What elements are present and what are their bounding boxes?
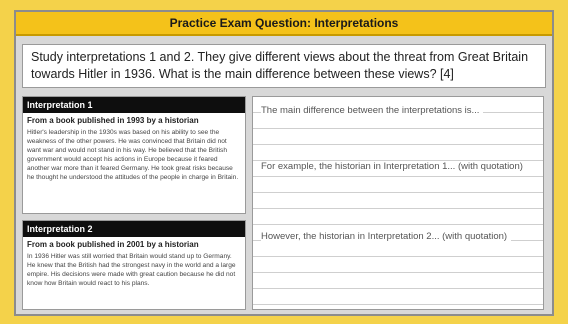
interpretations-panel: Interpretation 1 From a book published i… <box>22 96 246 310</box>
interpretation-1-label: Interpretation 1 <box>23 97 245 113</box>
interpretation-2-author: From a book published in 2001 by a histo… <box>27 240 199 249</box>
worksheet: Practice Exam Question: Interpretations … <box>14 10 554 316</box>
interpretation-2: Interpretation 2 From a book published i… <box>22 220 246 310</box>
interpretation-2-body: In 1936 Hitler was still worried that Br… <box>27 253 236 287</box>
answer-area[interactable]: The main difference between the interpre… <box>252 96 544 310</box>
answer-prompt-2: For example, the historian in Interpreta… <box>261 161 527 173</box>
interpretation-2-label: Interpretation 2 <box>23 221 245 237</box>
question-text: Study interpretations 1 and 2. They give… <box>22 44 546 88</box>
interpretation-1-body: Hitler's leadership in the 1930s was bas… <box>27 129 239 181</box>
answer-prompt-1: The main difference between the interpre… <box>261 105 484 117</box>
answer-lines <box>253 97 543 309</box>
interpretation-1: Interpretation 1 From a book published i… <box>22 96 246 214</box>
worksheet-title: Practice Exam Question: Interpretations <box>16 12 552 36</box>
interpretation-1-author: From a book published in 1993 by a histo… <box>27 116 199 125</box>
answer-prompt-3: However, the historian in Interpretation… <box>261 231 512 243</box>
